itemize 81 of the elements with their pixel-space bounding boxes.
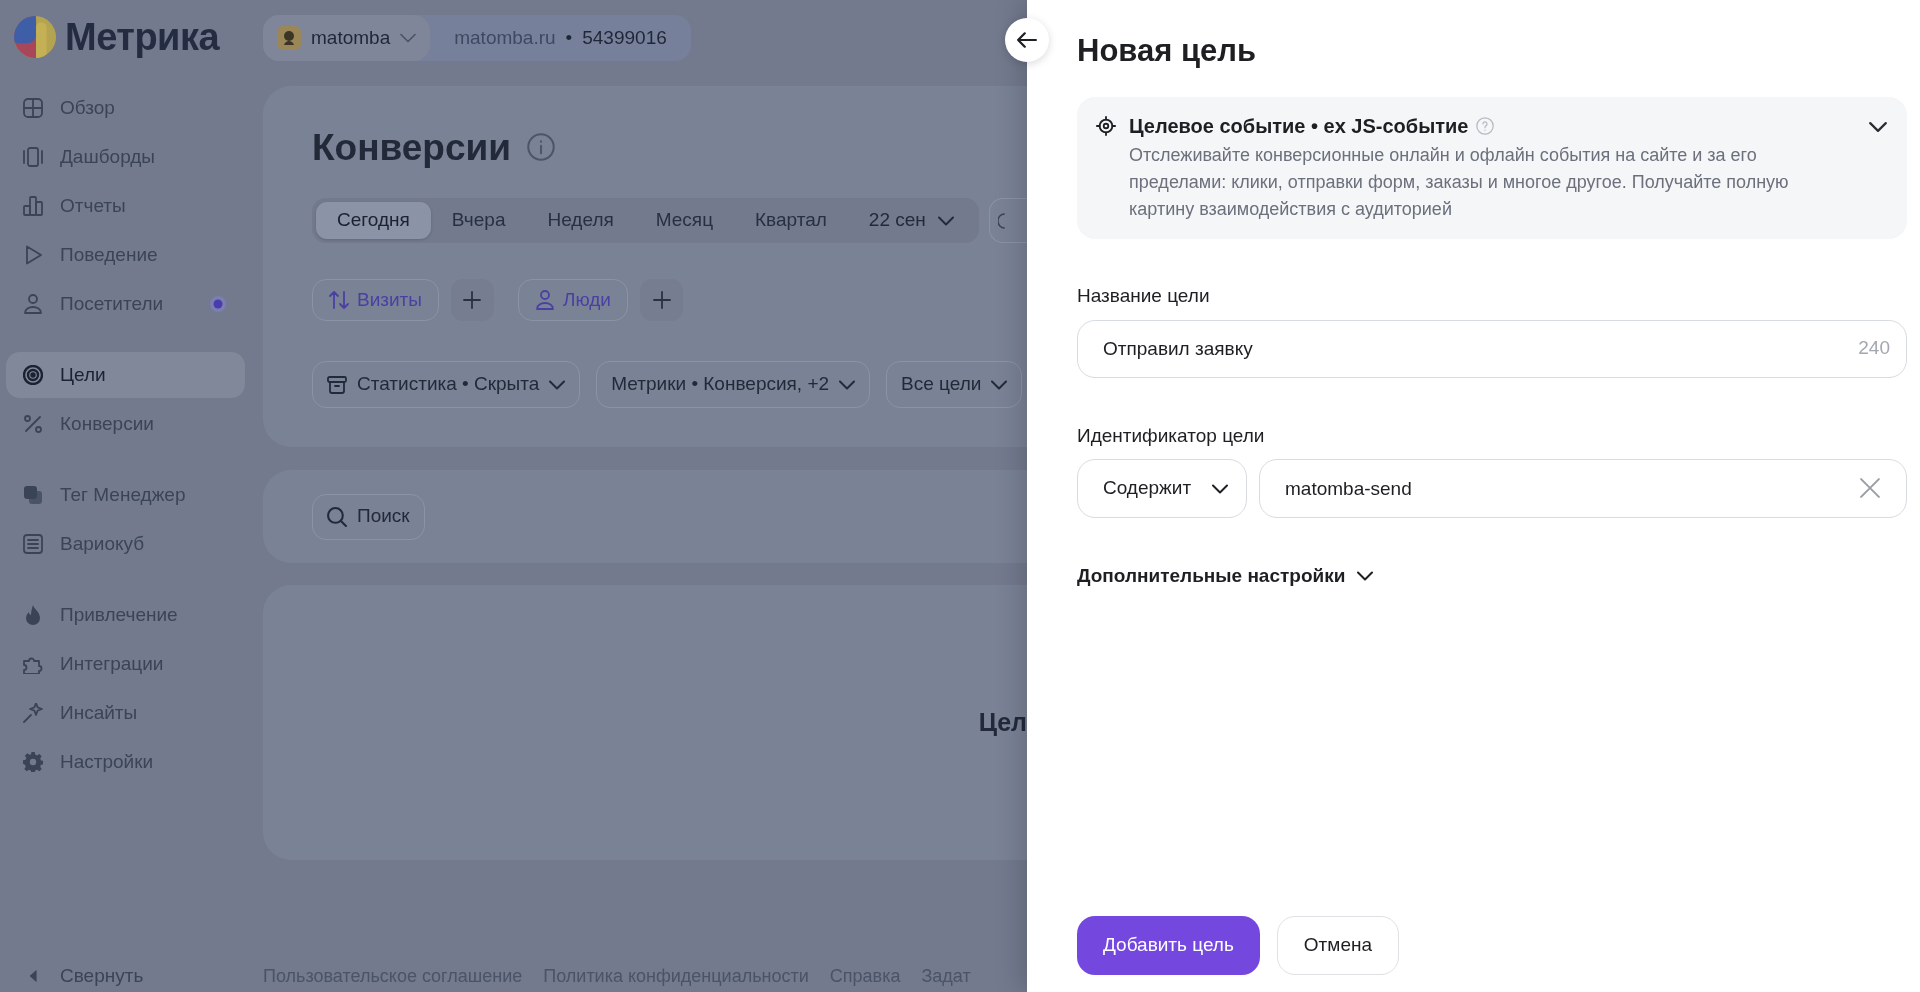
counter-dropdown[interactable]: matomba (263, 15, 431, 61)
filter-dropdown[interactable]: Все цели (886, 361, 1023, 408)
sidebar-item[interactable]: Отчеты (6, 183, 245, 229)
page-title: Конверсии (312, 128, 512, 166)
sidebar-item[interactable]: Инсайты (6, 690, 245, 736)
person-icon (535, 290, 555, 310)
search-button[interactable]: Поиск (312, 493, 425, 540)
bar-chart-icon (23, 196, 43, 216)
person-icon (23, 294, 43, 314)
sidebar-item[interactable]: Тег Менеджер (6, 472, 245, 518)
sidebar-item[interactable]: Дашборды (6, 134, 245, 180)
search-icon (327, 506, 347, 527)
goal-type-title: Целевое событие • ex JS-событие (1129, 114, 1469, 138)
squares-icon (23, 485, 43, 505)
arrows-icon (329, 290, 349, 310)
character-counter: 240 (1858, 336, 1890, 360)
info-icon[interactable] (527, 133, 556, 161)
counter-id: 54399016 (582, 25, 667, 50)
percent-icon (23, 414, 43, 434)
sidebar-item[interactable]: Настройки (6, 739, 245, 785)
field-label: Идентификатор цели (1077, 424, 1265, 448)
help-icon[interactable] (1476, 117, 1495, 135)
sidebar-item[interactable]: Поведение (6, 232, 245, 278)
logo-icon (14, 16, 56, 58)
sidebar-item[interactable]: Интеграции (6, 641, 245, 687)
list-icon (23, 534, 43, 554)
goal-type-card[interactable] (1077, 97, 1907, 239)
chevron-down-icon (839, 379, 856, 390)
period-tab[interactable]: Квартал (734, 202, 848, 239)
collapse-button[interactable]: Свернуть (27, 964, 144, 988)
separator-dot: • (565, 25, 573, 50)
period-tab[interactable]: Вчера (430, 202, 527, 239)
sidebar-item[interactable]: Обзор (6, 85, 245, 131)
crosshair-icon (1096, 116, 1116, 136)
sparkle-icon (23, 703, 43, 723)
site-logo-icon (277, 26, 301, 50)
panels-icon (23, 147, 43, 167)
card-heading: Цел (978, 706, 1027, 738)
logo-text: Метрика (65, 18, 220, 56)
date-dropdown[interactable]: 22 сен (847, 202, 975, 239)
arc-icon (997, 210, 1005, 231)
chevron-down-icon (549, 379, 566, 390)
sidebar-item[interactable]: Привлечение (6, 592, 245, 638)
field-label: Название цели (1077, 284, 1210, 308)
play-icon (23, 245, 43, 265)
chevron-down-icon (1212, 483, 1228, 494)
sidebar-item[interactable]: Конверсии (6, 401, 245, 447)
filter-dropdown[interactable]: Статистика • Скрыта (312, 361, 581, 408)
period-tab[interactable]: Месяц (634, 202, 735, 239)
site-domain: matomba.ru (454, 25, 556, 50)
add-button[interactable] (451, 279, 494, 321)
goal-type-description: Отслеживайте конверсионные онлайн и офлайн события на сайте и за его пределами: клики, отправки форм, заказы и многое другое. Получайте полную картину взаимодействия с аудиторией (1129, 144, 1790, 221)
plus-icon (463, 291, 482, 309)
segment-chip[interactable]: Люди (518, 279, 628, 321)
add-button[interactable] (640, 279, 683, 321)
plus-icon (652, 291, 671, 309)
close-icon[interactable] (1860, 478, 1880, 498)
add-goal-button[interactable]: Добавить цель (1077, 916, 1260, 975)
settings-icon (23, 752, 43, 772)
chevron-down-icon (991, 379, 1008, 390)
flame-icon (23, 605, 43, 625)
period-tab[interactable]: Сегодня (316, 202, 431, 239)
filter-dropdown[interactable]: Метрики • Конверсия, +2 (596, 361, 871, 408)
match-type-dropdown[interactable]: Содержит (1077, 459, 1247, 518)
grid-icon (23, 98, 43, 118)
chevron-down-icon (937, 215, 954, 226)
arrow-left-icon (1017, 32, 1037, 48)
cancel-button[interactable]: Отмена (1276, 916, 1399, 975)
sidebar-item[interactable]: Посетители (6, 281, 245, 327)
sidebar-item[interactable]: Цели (6, 352, 245, 398)
segment-chip[interactable]: Визиты (312, 279, 439, 321)
chevron-down-icon (400, 33, 417, 43)
target-icon (23, 365, 43, 385)
caret-left-icon (27, 970, 39, 982)
advanced-settings-toggle[interactable]: Дополнительные настройки (1077, 564, 1374, 588)
chevron-down-icon (1869, 122, 1887, 132)
box-icon (327, 374, 347, 395)
sidebar-item[interactable]: Вариокуб (6, 521, 245, 567)
drawer-title: Новая цель (1077, 32, 1256, 70)
text-field[interactable]: matomba-send (1259, 459, 1907, 518)
period-tab[interactable]: Неделя (526, 202, 635, 239)
